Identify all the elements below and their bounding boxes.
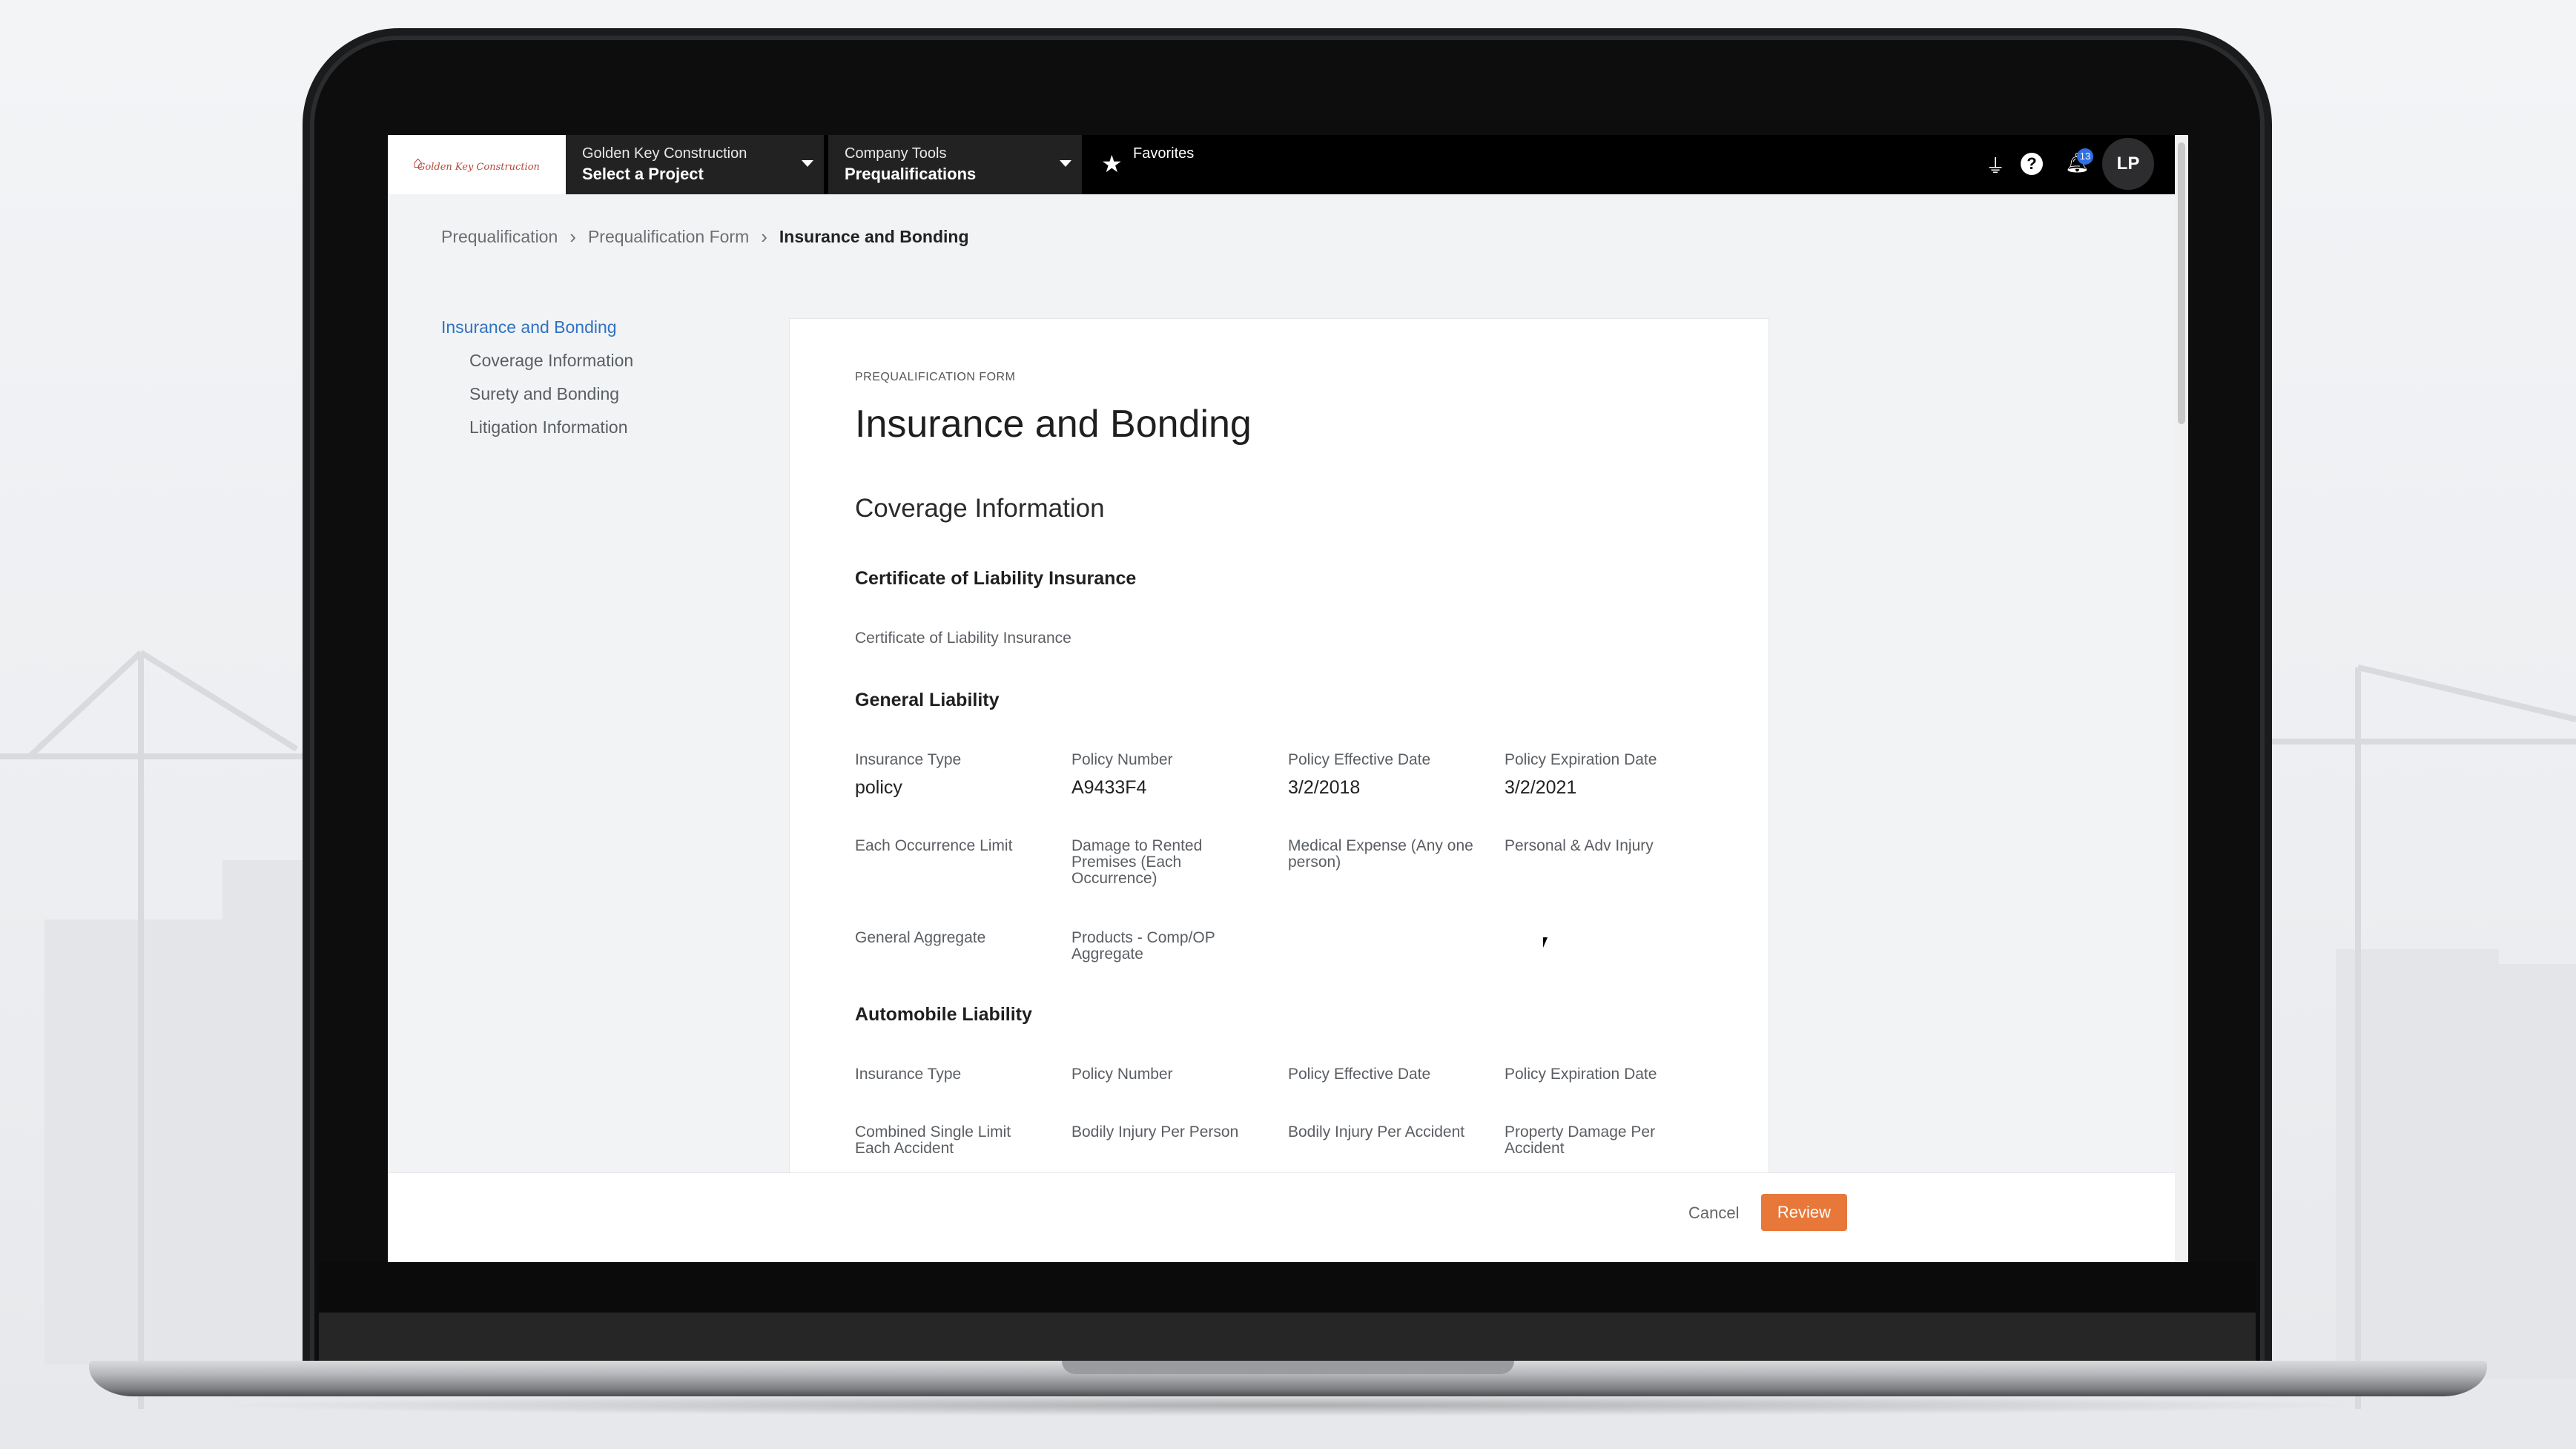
field-label: Policy Expiration Date (1505, 1066, 1657, 1083)
project-selector[interactable]: Golden Key Construction Select a Project (566, 135, 824, 194)
field-label: Products - Comp/OP Aggregate (1071, 929, 1215, 963)
laptop-shadow (193, 1394, 2383, 1416)
section-heading: Coverage Information (855, 494, 1105, 523)
section-navigation: Insurance and Bonding Coverage Informati… (441, 317, 633, 451)
page-title: Insurance and Bonding (855, 403, 1252, 446)
cert-heading: Certificate of Liability Insurance (855, 568, 1137, 589)
chevron-down-icon (802, 160, 813, 167)
nav-item-insurance-bonding[interactable]: Insurance and Bonding (441, 317, 633, 337)
field-label: Policy Expiration Date (1505, 751, 1657, 768)
field-label: Combined Single Limit Each Accident (855, 1123, 1011, 1157)
automobile-liability-heading: Automobile Liability (855, 1004, 1032, 1025)
laptop-chin (319, 1313, 2256, 1361)
field-label: Policy Number (1071, 1066, 1173, 1083)
field-label: Property Damage Per Accident (1505, 1123, 1656, 1157)
logo-text: Golden Key Construction (417, 162, 540, 173)
favorites-link[interactable]: Favorites (1133, 145, 1194, 162)
form-eyebrow: PREQUALIFICATION FORM (855, 371, 1016, 383)
cancel-button[interactable]: Cancel (1684, 1203, 1743, 1224)
laptop-notch (1062, 1361, 1514, 1374)
cert-field-label: Certificate of Liability Insurance (855, 630, 1071, 647)
breadcrumb-item[interactable]: Prequalification (441, 227, 558, 247)
general-liability-heading: General Liability (855, 690, 1000, 710)
plug-icon[interactable]: ⏚ (1986, 151, 2005, 179)
app-screen: ⌂ Golden Key Construction Golden Key Con… (388, 135, 2188, 1262)
scrollbar[interactable] (2175, 135, 2188, 1262)
chevron-down-icon (1060, 160, 1071, 167)
avatar[interactable]: LP (2102, 138, 2154, 190)
project-selector-value: Select a Project (582, 165, 704, 183)
form-footer: Cancel Review (388, 1173, 2175, 1262)
breadcrumb-current: Insurance and Bonding (779, 227, 969, 246)
field-value: 3/2/2018 (1288, 777, 1361, 798)
form-card: PREQUALIFICATION FORM Insurance and Bond… (790, 319, 1768, 1262)
field-label: Insurance Type (855, 1066, 962, 1083)
nav-item-coverage-information[interactable]: Coverage Information (469, 351, 633, 371)
tools-selector[interactable]: Company Tools Prequalifications (828, 135, 1082, 194)
star-icon[interactable]: ★ (1101, 150, 1123, 178)
field-label: Policy Effective Date (1288, 1066, 1431, 1083)
notification-badge: 13 (2077, 148, 2093, 165)
review-button[interactable]: Review (1761, 1194, 1847, 1231)
tools-selector-label: Company Tools (845, 145, 947, 162)
tools-selector-value: Prequalifications (845, 165, 977, 183)
mouse-cursor-icon (1543, 937, 1548, 948)
breadcrumb: Prequalification › Prequalification Form › I… (441, 225, 969, 248)
field-label: Policy Effective Date (1288, 751, 1431, 768)
field-label: Medical Expense (Any one person) (1288, 837, 1473, 871)
field-label: Bodily Injury Per Person (1071, 1123, 1239, 1141)
nav-item-surety-bonding[interactable]: Surety and Bonding (469, 384, 633, 404)
field-label: Insurance Type (855, 751, 962, 768)
project-selector-label: Golden Key Construction (582, 145, 747, 162)
nav-item-litigation-information[interactable]: Litigation Information (469, 417, 633, 438)
field-value: 3/2/2021 (1505, 777, 1577, 798)
chevron-right-icon: › (761, 225, 767, 248)
top-navigation-bar: ⌂ Golden Key Construction Golden Key Con… (388, 135, 2175, 194)
field-label: General Aggregate (855, 929, 986, 946)
field-label: Bodily Injury Per Accident (1288, 1123, 1465, 1141)
field-label: Each Occurrence Limit (855, 837, 1013, 854)
scrollbar-thumb[interactable] (2178, 142, 2185, 424)
field-label: Personal & Adv Injury (1505, 837, 1654, 854)
field-label: Policy Number (1071, 751, 1173, 768)
breadcrumb-item[interactable]: Prequalification Form (588, 227, 749, 247)
help-icon[interactable]: ? (2021, 153, 2043, 175)
company-logo[interactable]: ⌂ Golden Key Construction (388, 135, 566, 194)
field-value: policy (855, 777, 902, 798)
field-value: A9433F4 (1071, 777, 1147, 798)
chevron-right-icon: › (569, 225, 576, 248)
field-label: Damage to Rented Premises (Each Occurren… (1071, 837, 1203, 887)
